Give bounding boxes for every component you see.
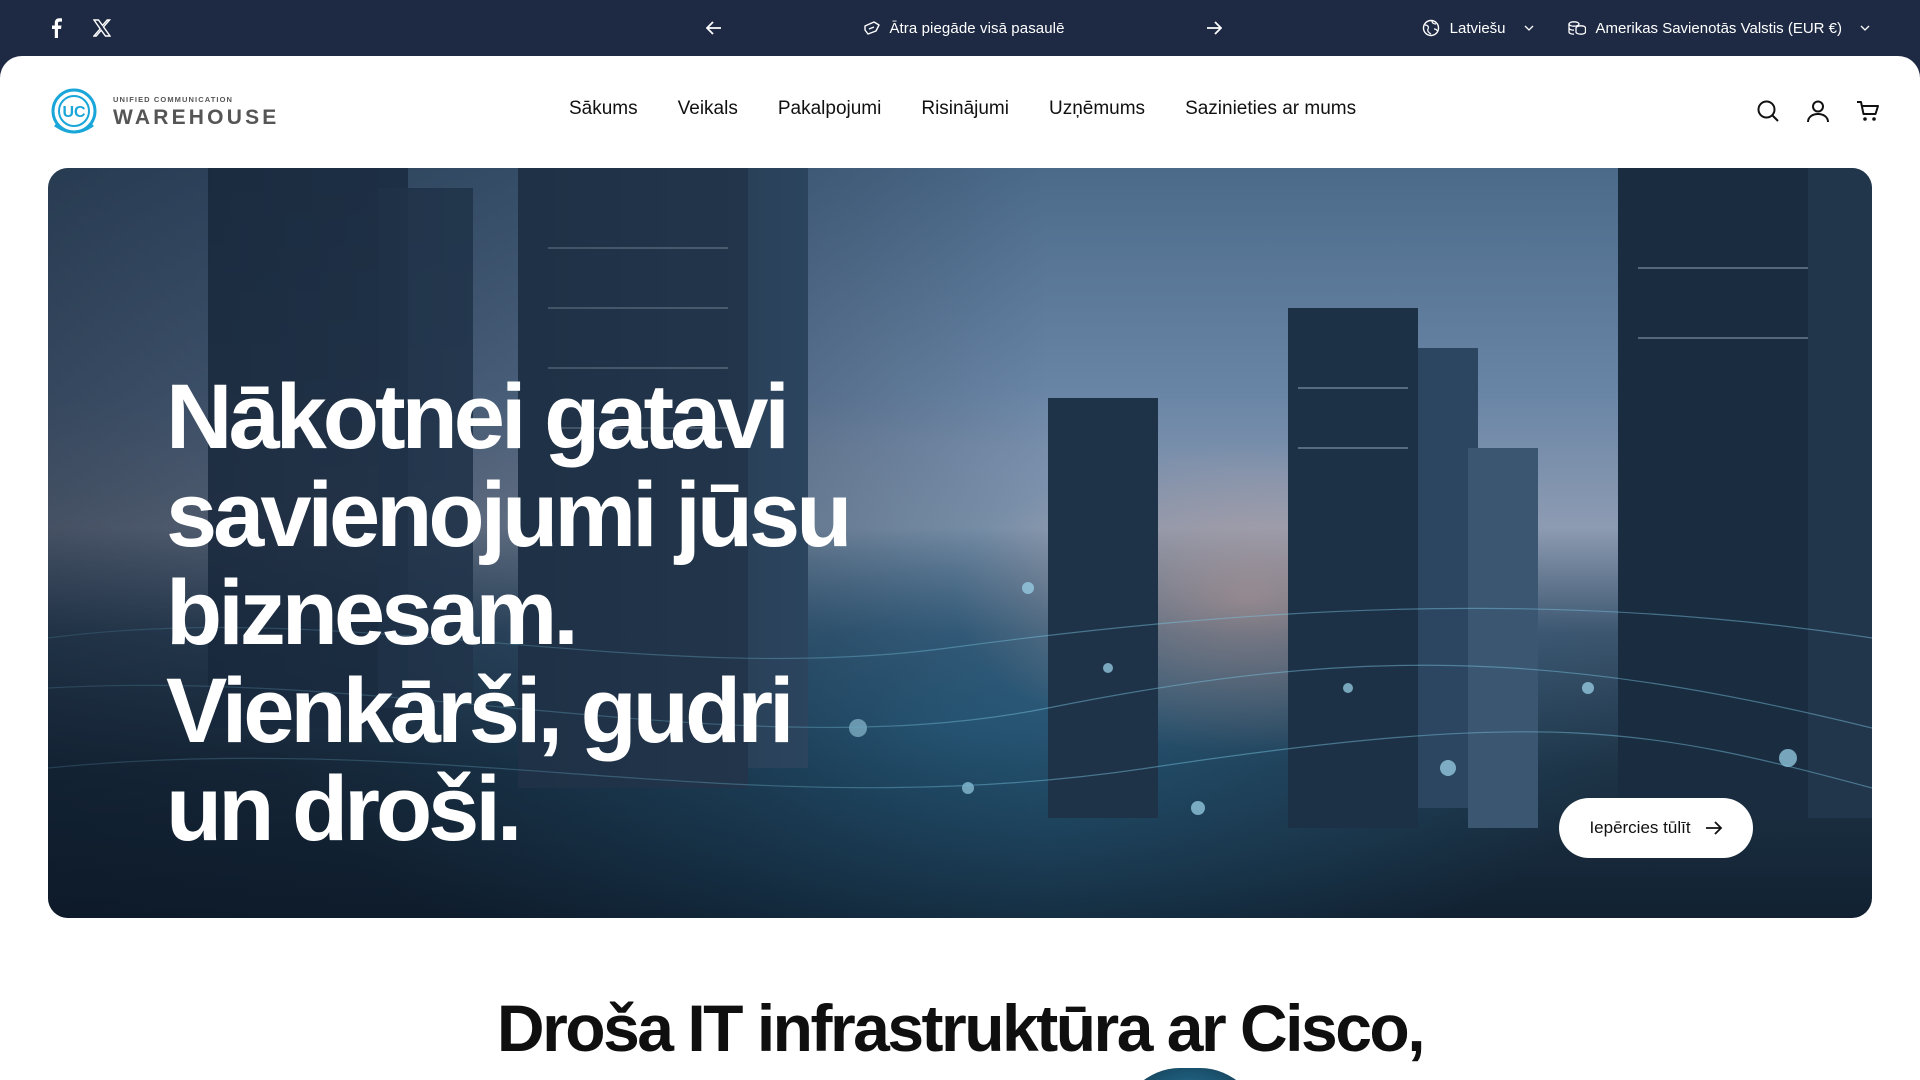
logo-tagline: UNIFIED COMMUNICATION bbox=[113, 94, 234, 104]
account-icon bbox=[1807, 100, 1829, 123]
shop-now-label: Iepērcies tūlīt bbox=[1589, 818, 1691, 837]
currency-icon bbox=[1567, 21, 1586, 35]
language-selector[interactable]: Latviešu bbox=[1422, 19, 1534, 37]
announcement-bar: Ātra piegāde visā pasaulē Latviešu Ameri… bbox=[0, 0, 1920, 56]
section-heading: Droša IT infrastruktūra ar Cisco, bbox=[496, 991, 1426, 1065]
arrow-right-icon bbox=[1705, 821, 1722, 835]
hero-heading: Nākotnei gatavi savienojumi jūsu biznesa… bbox=[166, 368, 926, 858]
language-label: Latviešu bbox=[1449, 19, 1506, 37]
hero-heading-line: Vienkārši, gudri bbox=[166, 660, 795, 762]
hero-heading-line: un droši. bbox=[166, 758, 522, 860]
hero-heading-line: savienojumi jūsu bbox=[166, 464, 852, 566]
arrow-right-icon bbox=[1207, 21, 1222, 35]
cart-button[interactable] bbox=[1856, 98, 1880, 124]
decorative-image bbox=[1120, 1068, 1260, 1080]
nav-item-uznemums[interactable]: Uzņēmums bbox=[1049, 98, 1145, 120]
site-header: UC UNIFIED COMMUNICATION WAREHOUSE Sākum… bbox=[0, 56, 1920, 168]
nav-item-risinajumi[interactable]: Risinājumi bbox=[921, 98, 1009, 120]
arrow-left-icon bbox=[706, 21, 721, 35]
shipping-icon bbox=[864, 21, 881, 35]
country-currency-selector[interactable]: Amerikas Savienotās Valstis (EUR €) bbox=[1567, 19, 1870, 37]
chevron-down-icon bbox=[1860, 25, 1870, 31]
shop-now-button[interactable]: Iepērcies tūlīt bbox=[1559, 798, 1753, 858]
cart-icon bbox=[1857, 101, 1879, 121]
announcement-text: Ātra piegāde visā pasaulē bbox=[889, 19, 1065, 37]
previous-announcement-button[interactable] bbox=[700, 14, 728, 42]
search-icon bbox=[1757, 100, 1779, 122]
uc-logo-mark: UC bbox=[51, 88, 97, 134]
x-twitter-icon[interactable] bbox=[90, 16, 114, 40]
announcement-message: Ātra piegāde visā pasaulē bbox=[863, 20, 1064, 37]
facebook-icon[interactable] bbox=[44, 16, 68, 40]
hero-heading-line: biznesam. bbox=[166, 562, 579, 664]
main-navigation: Sākums Veikals Pakalpojumi Risinājumi Uz… bbox=[569, 98, 1356, 120]
account-button[interactable] bbox=[1806, 98, 1830, 124]
nav-item-veikals[interactable]: Veikals bbox=[678, 98, 738, 120]
site-logo[interactable]: UC UNIFIED COMMUNICATION WAREHOUSE bbox=[47, 87, 279, 137]
globe-icon bbox=[1422, 19, 1439, 37]
search-button[interactable] bbox=[1756, 98, 1780, 124]
social-links bbox=[44, 16, 114, 40]
country-currency-label: Amerikas Savienotās Valstis (EUR €) bbox=[1595, 19, 1842, 37]
logo-wordmark: UNIFIED COMMUNICATION WAREHOUSE bbox=[113, 96, 279, 129]
announcement-carousel: Ātra piegāde visā pasaulē bbox=[700, 0, 1228, 56]
next-announcement-button[interactable] bbox=[1200, 14, 1228, 42]
nav-item-sazinieties[interactable]: Sazinieties ar mums bbox=[1185, 98, 1356, 120]
logo-brand: WAREHOUSE bbox=[113, 106, 280, 130]
nav-item-sakums[interactable]: Sākums bbox=[569, 98, 638, 120]
hero-banner: Nākotnei gatavi savienojumi jūsu biznesa… bbox=[48, 168, 1872, 918]
page-content: UC UNIFIED COMMUNICATION WAREHOUSE Sākum… bbox=[0, 56, 1920, 1080]
nav-item-pakalpojumi[interactable]: Pakalpojumi bbox=[778, 98, 882, 120]
chevron-down-icon bbox=[1524, 25, 1533, 31]
logo-mark-text: UC bbox=[62, 104, 86, 121]
locale-selectors: Latviešu Amerikas Savienotās Valstis (EU… bbox=[1422, 0, 1870, 56]
header-actions bbox=[1756, 98, 1880, 124]
hero-heading-line: Nākotnei gatavi bbox=[166, 366, 790, 468]
